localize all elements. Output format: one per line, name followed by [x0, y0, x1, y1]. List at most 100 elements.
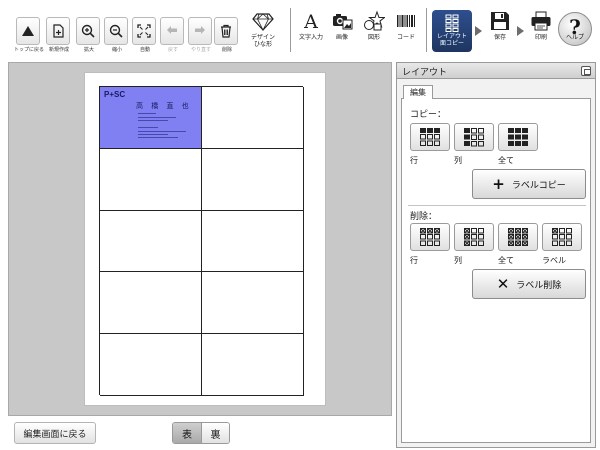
label-cell[interactable]	[100, 272, 202, 335]
restore-window-icon[interactable]	[581, 66, 591, 76]
label-sheet: P+SC 高 橋 直 也	[85, 73, 325, 405]
undo-icon	[167, 26, 177, 34]
delete-label-label: ラベル	[542, 256, 566, 265]
copy-row-label: 行	[410, 156, 418, 165]
layout-copy-button[interactable]: レイアウト 面コピー	[432, 10, 472, 52]
label-cell[interactable]	[202, 210, 304, 273]
copy-section-label: コピー：	[410, 110, 447, 120]
help-label: ヘルプ	[565, 34, 584, 41]
print-button[interactable]: 印刷	[524, 10, 558, 54]
code-label: コード	[396, 34, 415, 41]
card-text-line	[138, 137, 178, 138]
redo-button[interactable]: やり直す	[188, 17, 212, 53]
tab-content: コピー： 行 列 全て + ラベルコピー 削除： 行 列 全て ラベル ✕ ラベ…	[401, 98, 591, 443]
card-text-line	[138, 120, 168, 121]
back-to-edit-button[interactable]: 編集画面に戻る	[14, 422, 96, 444]
label-grid: P+SC 高 橋 直 也	[99, 86, 304, 396]
code-button[interactable]: コード	[389, 10, 423, 54]
side-toggle: 表 裏	[172, 422, 230, 444]
zoom-out-button[interactable]: 縮小	[104, 17, 128, 53]
trash-icon	[221, 24, 231, 38]
triangle-up-icon	[22, 26, 34, 36]
label-cell[interactable]	[202, 272, 304, 335]
new-document-button[interactable]: 新規作成	[46, 17, 70, 53]
image-button[interactable]: 画像	[325, 10, 359, 54]
auto-fit-button[interactable]: 自動	[132, 17, 156, 53]
diamond-icon	[252, 13, 274, 31]
design-template-button[interactable]: デザイン ひな形	[246, 10, 280, 54]
label-cell[interactable]	[202, 334, 304, 396]
label-cell[interactable]	[100, 334, 202, 396]
delete-button[interactable]: 削除	[214, 17, 238, 53]
copy-all-icon	[508, 128, 528, 146]
text-input-button[interactable]: A 文字入力	[294, 10, 328, 54]
panel-title: レイアウト	[402, 68, 448, 78]
label-delete-button[interactable]: ✕ ラベル削除	[472, 269, 586, 299]
copy-row-button[interactable]	[410, 123, 450, 151]
section-divider	[408, 205, 586, 206]
front-side-button[interactable]: 表	[173, 423, 201, 443]
zoom-in-button[interactable]: 拡大	[76, 17, 100, 53]
delete-label-button[interactable]	[542, 223, 582, 251]
flow-arrow-icon	[475, 26, 482, 36]
delete-label: 削除	[221, 47, 232, 53]
top-button[interactable]: トップに戻る	[14, 17, 44, 53]
copy-row-icon	[420, 128, 440, 146]
copy-column-icon	[464, 128, 484, 147]
card-text-line	[138, 134, 168, 135]
floppy-disk-icon	[491, 12, 509, 30]
delete-column-button[interactable]	[454, 223, 494, 251]
label-cell[interactable]	[100, 148, 202, 211]
toolbar-separator	[290, 8, 291, 52]
undo-button[interactable]: 戻す	[160, 17, 184, 53]
layout-grid-icon	[445, 14, 459, 32]
save-label: 保存	[493, 34, 506, 41]
card-name: 高 橋 直 也	[136, 102, 192, 110]
label-delete-label: ラベル削除	[516, 280, 562, 291]
canvas-area: P+SC 高 橋 直 也	[8, 62, 392, 416]
zoom-out-icon	[109, 24, 123, 38]
delete-row-button[interactable]	[410, 223, 450, 251]
tab-edit[interactable]: 編集	[403, 85, 433, 99]
label-cell[interactable]	[202, 87, 304, 149]
shapes-icon	[364, 10, 385, 31]
toolbar: トップに戻る 新規作成 拡大 縮小 自動 戻す やり直す 削除 デザイン ひな形…	[0, 0, 600, 60]
card-text-line	[138, 127, 158, 128]
text-input-label: 文字入力	[298, 34, 323, 41]
label-cell[interactable]	[100, 210, 202, 273]
copy-column-button[interactable]	[454, 123, 494, 151]
label-cell[interactable]	[202, 148, 304, 211]
delete-all-button[interactable]	[498, 223, 538, 251]
toolbar-separator	[426, 8, 427, 52]
bottom-bar: 編集画面に戻る 表 裏	[8, 418, 392, 448]
flow-arrow-icon	[517, 26, 524, 36]
new-document-icon	[53, 24, 64, 38]
label-copy-label: ラベルコピー	[511, 180, 566, 191]
redo-icon	[195, 26, 205, 34]
design-template-label: デザイン ひな形	[250, 34, 275, 48]
help-button[interactable]: ? ヘルプ	[558, 12, 592, 46]
layout-copy-label: レイアウト 面コピー	[436, 33, 467, 47]
copy-column-label: 列	[454, 156, 462, 165]
svg-text:A: A	[303, 11, 318, 32]
panel-header: レイアウト	[397, 63, 595, 79]
label-copy-button[interactable]: + ラベルコピー	[472, 169, 586, 199]
shape-label: 図形	[367, 34, 380, 41]
layout-panel: レイアウト 編集 コピー： 行 列 全て + ラベルコピー 削除： 行 列 全て…	[396, 62, 596, 448]
delete-row-label: 行	[410, 256, 418, 265]
delete-all-label: 全て	[498, 256, 514, 265]
copy-all-button[interactable]	[498, 123, 538, 151]
save-button[interactable]: 保存	[483, 10, 517, 54]
delete-column-icon	[464, 228, 484, 246]
panel-body: 編集 コピー： 行 列 全て + ラベルコピー 削除： 行 列 全て ラベル ✕…	[401, 85, 591, 445]
back-side-button[interactable]: 裏	[201, 423, 229, 443]
delete-section-label: 削除：	[410, 212, 438, 222]
text-a-icon: A	[303, 11, 318, 32]
card-text-line	[138, 113, 156, 114]
x-icon: ✕	[496, 274, 510, 293]
label-cell-selected[interactable]: P+SC 高 橋 直 也	[100, 87, 202, 149]
shape-button[interactable]: 図形	[357, 10, 391, 54]
copy-all-label: 全て	[498, 156, 514, 165]
image-label: 画像	[335, 34, 348, 41]
delete-label-icon	[552, 228, 572, 246]
